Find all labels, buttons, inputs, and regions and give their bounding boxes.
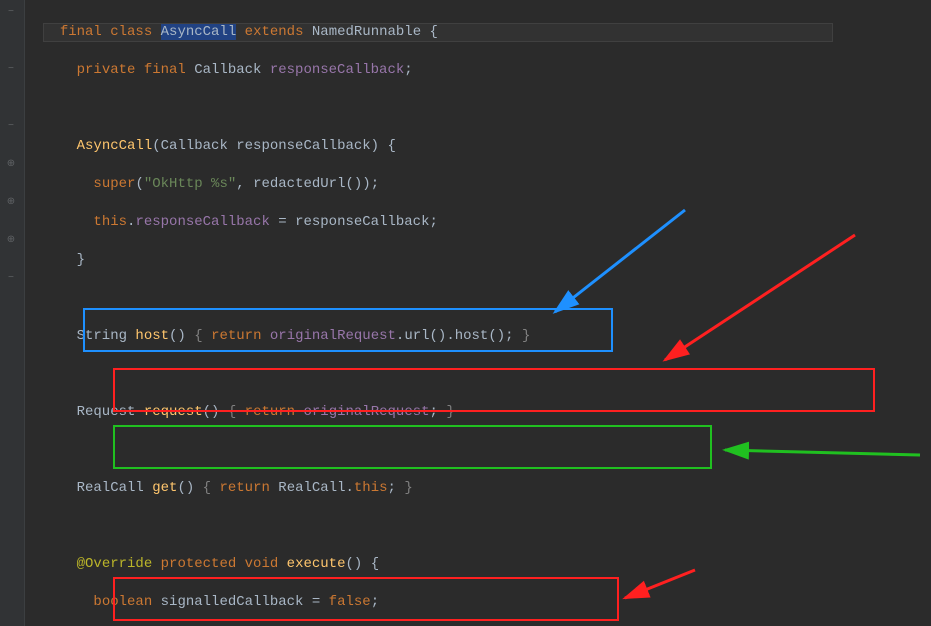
fold-icon[interactable]: ⊕: [4, 158, 18, 172]
code-area[interactable]: final class AsyncCall extends NamedRunna…: [25, 0, 833, 626]
fold-icon[interactable]: −: [4, 120, 18, 134]
code-editor[interactable]: − − − ⊕ ⊕ ⊕ − final class AsyncCall exte…: [0, 0, 931, 626]
fold-icon[interactable]: −: [4, 272, 18, 286]
fold-icon[interactable]: −: [4, 6, 18, 20]
editor-gutter: − − − ⊕ ⊕ ⊕ −: [0, 0, 25, 626]
fold-icon[interactable]: −: [4, 63, 18, 77]
fold-icon[interactable]: ⊕: [4, 196, 18, 210]
fold-icon[interactable]: ⊕: [4, 234, 18, 248]
